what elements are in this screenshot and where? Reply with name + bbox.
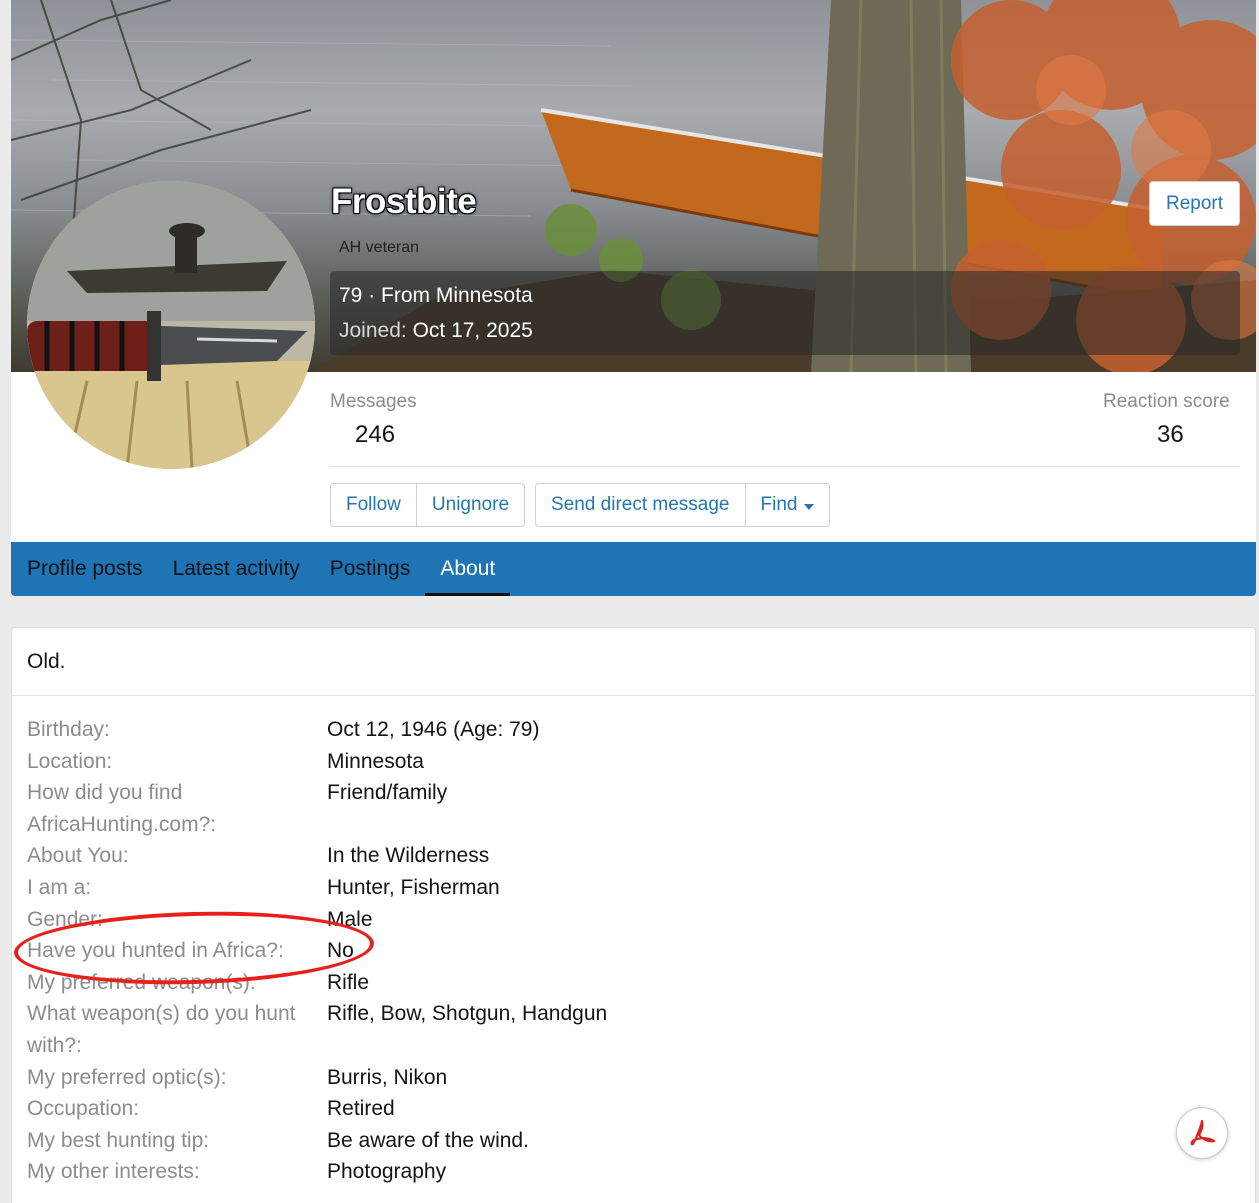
tab-profile-posts[interactable]: Profile posts <box>12 542 158 596</box>
field-label: What weapon(s) do you hunt with?: <box>27 1002 296 1057</box>
unignore-button[interactable]: Unignore <box>415 484 524 526</box>
field-label: My other interests: <box>27 1160 200 1184</box>
field-row-location: Location: Minnesota <box>27 746 1227 778</box>
field-label: Birthday: <box>27 718 110 741</box>
field-value: Oct 12, 1946 (Age: 79) <box>327 718 540 741</box>
field-value: In the Wilderness <box>327 844 490 868</box>
field-label: Gender: <box>27 907 103 931</box>
field-label: I am a: <box>27 875 92 899</box>
field-value: Photography <box>327 1160 447 1184</box>
field-row-hunting-tip: My best hunting tip: Be aware of the win… <box>27 1125 1227 1157</box>
joined-date: Oct 17, 2025 <box>412 319 533 342</box>
field-label: My best hunting tip: <box>27 1128 210 1152</box>
field-value: Hunter, Fisherman <box>327 875 500 899</box>
field-row-gender: Gender: Male <box>27 904 1227 936</box>
field-row-occupation: Occupation: Retired <box>27 1093 1227 1125</box>
avatar[interactable] <box>27 181 315 469</box>
field-row-optics: My preferred optic(s): Burris, Nikon <box>27 1062 1227 1094</box>
field-value: No <box>327 939 354 963</box>
field-row-i-am-a: I am a: Hunter, Fisherman <box>27 872 1227 904</box>
about-bio: Old. <box>27 650 66 673</box>
field-row-how-found: How did you find AfricaHunting.com?: Fri… <box>27 777 1227 840</box>
reaction-score-label: Reaction score <box>1103 391 1230 412</box>
tab-latest-activity[interactable]: Latest activity <box>158 542 315 596</box>
field-value: Burris, Nikon <box>327 1065 448 1089</box>
field-value: Be aware of the wind. <box>327 1128 529 1152</box>
joined-line: Joined: Oct 17, 2025 <box>339 319 533 343</box>
about-section: Old. Birthday: Oct 12, 1946 (Age: 79) Lo… <box>11 627 1256 1203</box>
field-label: About You: <box>27 844 129 868</box>
field-row-preferred-weapons: My preferred weapon(s): Rifle <box>27 967 1227 999</box>
field-value: Friend/family <box>327 781 448 805</box>
field-row-other-interests: My other interests: Photography <box>27 1156 1227 1188</box>
field-row-birthday: Birthday: Oct 12, 1946 (Age: 79) <box>27 714 1227 746</box>
message-button-group: Send direct message Find <box>535 483 831 527</box>
follow-button[interactable]: Follow <box>331 484 416 526</box>
messages-count[interactable]: 246 <box>355 421 395 449</box>
field-value: Male <box>327 907 373 931</box>
user-title: AH veteran <box>339 239 420 256</box>
field-row-hunted-africa: Have you hunted in Africa?: No <box>27 935 1227 967</box>
field-label: My preferred weapon(s): <box>27 970 256 994</box>
tab-about[interactable]: About <box>425 542 511 596</box>
field-row-about-you: About You: In the Wilderness <box>27 840 1227 872</box>
stats-divider <box>330 466 1240 467</box>
joined-label: Joined: <box>339 319 407 342</box>
field-label: How did you find AfricaHunting.com?: <box>27 781 217 836</box>
follow-button-group: Follow Unignore <box>330 483 526 527</box>
field-value: Rifle <box>327 970 370 994</box>
pdf-button[interactable] <box>1176 1107 1228 1159</box>
about-divider <box>12 695 1255 696</box>
field-value: Retired <box>327 1097 395 1121</box>
messages-label: Messages <box>330 391 417 412</box>
field-value[interactable]: Minnesota <box>327 746 424 778</box>
pdf-icon <box>1190 1119 1216 1146</box>
user-info-box: 79 · From Minnesota Joined: Oct 17, 2025 <box>330 271 1240 355</box>
age-location: 79 · From Minnesota <box>339 284 533 307</box>
profile-header-card: Frostbite AH veteran 79 · From Minnesota… <box>11 0 1256 596</box>
report-button[interactable]: Report <box>1149 181 1240 226</box>
profile-fields-list: Birthday: Oct 12, 1946 (Age: 79) Locatio… <box>27 714 1227 1188</box>
profile-tabs: Profile posts Latest activity Postings A… <box>11 542 1256 596</box>
find-dropdown-button[interactable]: Find <box>744 484 830 526</box>
field-label: Occupation: <box>27 1097 140 1121</box>
field-value: Rifle, Bow, Shotgun, Handgun <box>327 1002 608 1026</box>
field-label: Location: <box>27 749 113 773</box>
tab-postings[interactable]: Postings <box>315 542 426 596</box>
send-direct-message-button[interactable]: Send direct message <box>536 484 744 526</box>
caret-down-icon <box>804 503 815 510</box>
reaction-score-value[interactable]: 36 <box>1157 421 1184 449</box>
find-label: Find <box>760 494 798 515</box>
field-label: Have you hunted in Africa?: <box>27 939 284 963</box>
username: Frostbite <box>331 182 477 221</box>
field-row-hunt-weapons: What weapon(s) do you hunt with?: Rifle,… <box>27 998 1227 1061</box>
field-label: My preferred optic(s): <box>27 1065 227 1089</box>
